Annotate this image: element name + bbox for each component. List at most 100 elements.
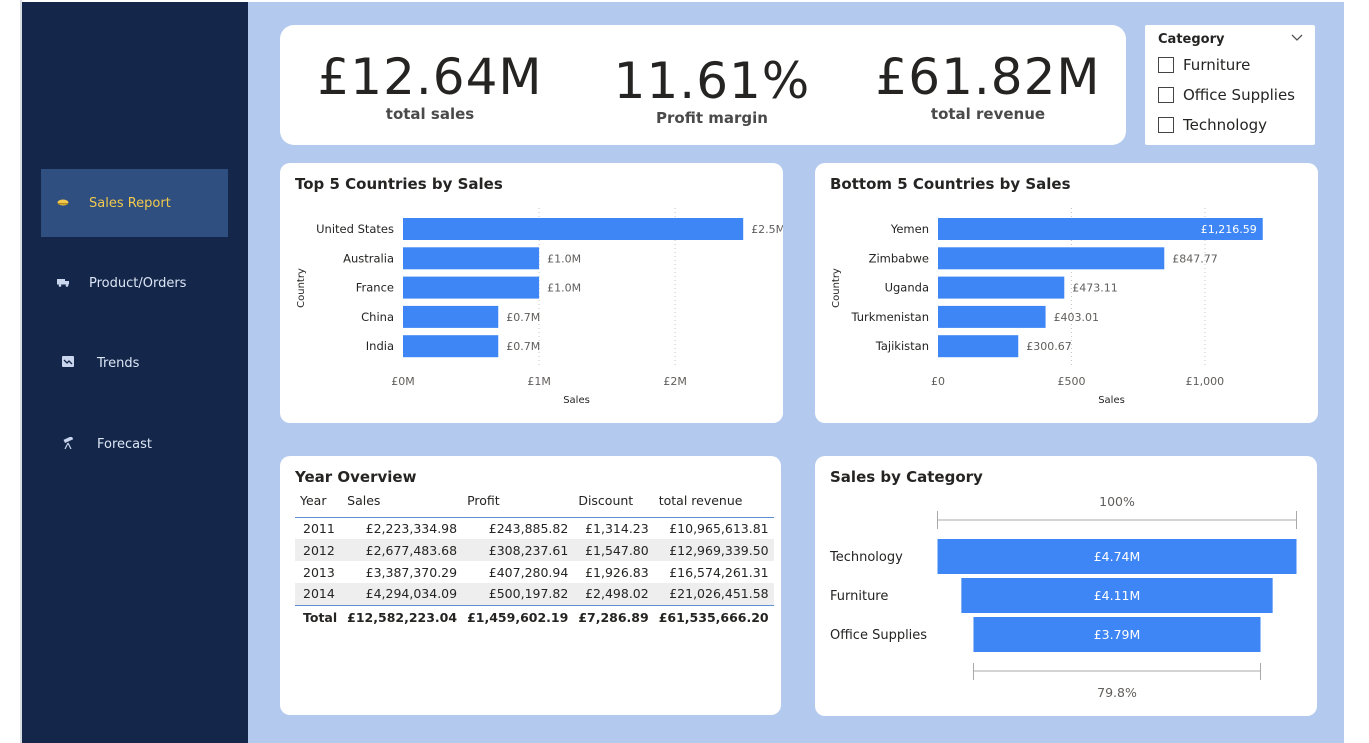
year-overview-card: Year Overview Year Sales Profit Discount… xyxy=(280,456,781,715)
slicer-option-label: Furniture xyxy=(1183,56,1251,74)
bottom5-chart-card: Bottom 5 Countries by Sales £0 £500 £1,000… xyxy=(815,163,1318,423)
table-cell: £1,926.83 xyxy=(585,564,649,580)
table-cell: £3,387,370.29 xyxy=(365,564,458,580)
nav-item-forecast[interactable]: Forecast xyxy=(41,410,228,478)
funnel-category-label: Furniture xyxy=(830,589,888,604)
nav-label: Trends xyxy=(97,355,140,371)
kpi-profit-margin: 11.61% Profit margin xyxy=(582,51,842,127)
column-header[interactable]: Year xyxy=(295,489,342,517)
checkbox[interactable] xyxy=(1158,117,1174,133)
nav-label: Sales Report xyxy=(89,195,171,211)
top5-chart-card: Top 5 Countries by Sales £0M £1M £2M Sales C… xyxy=(280,163,783,423)
kpi-total-revenue: £61.82M total revenue xyxy=(858,47,1118,123)
table-cell: Total xyxy=(303,609,338,625)
bar xyxy=(403,305,499,328)
table-cell: £407,280.94 xyxy=(488,564,569,580)
table-row: 2014 £4,294,034.09 £500,197.82 £2,498.02… xyxy=(295,583,774,606)
data-label: £300.67 xyxy=(1026,340,1072,353)
table-title: Year Overview xyxy=(295,468,417,486)
top5-bar-chart: £0M £1M £2M Sales Country United States £2.5M A… xyxy=(296,208,783,406)
nav-item-trends[interactable]: Trends xyxy=(41,329,228,397)
hand-coin-icon xyxy=(56,197,70,210)
table-cell: 2011 xyxy=(295,516,343,539)
kpi-value: £12.64M xyxy=(317,48,543,106)
kpi-total-sales: £12.64M total sales xyxy=(300,47,560,123)
column-header[interactable]: Sales xyxy=(342,489,462,517)
y-tick-label: China xyxy=(361,310,394,324)
nav-item-product-orders[interactable]: Product/Orders xyxy=(41,249,228,317)
x-tick-label: £1,000 xyxy=(1186,375,1225,388)
y-tick-label: Turkmenistan xyxy=(850,310,929,324)
nav-item-sales-report[interactable]: Sales Report xyxy=(41,169,228,237)
nav-label: Product/Orders xyxy=(89,275,187,291)
table-cell: £2,677,483.68 xyxy=(365,542,458,558)
data-label: £3.79M xyxy=(1094,627,1141,642)
category-funnel-card: Sales by Category 100% Technology £4.74M Fu… xyxy=(815,456,1317,716)
slicer-title: Category xyxy=(1158,32,1225,47)
table-row: 2011 £2,223,334.98 £243,885.82 £1,314.23… xyxy=(295,516,774,539)
data-label: £4.74M xyxy=(1094,549,1141,564)
table-row: 2013 £3,387,370.29 £407,280.94 £1,926.83… xyxy=(295,561,774,583)
data-label: £1.0M xyxy=(547,282,581,295)
x-tick-label: £0 xyxy=(931,375,945,388)
bar xyxy=(403,247,540,270)
table-cell: £1,314.23 xyxy=(573,516,654,539)
data-label: £0.7M xyxy=(506,340,540,353)
x-tick-label: £0M xyxy=(391,375,415,388)
bar xyxy=(403,276,540,299)
y-tick-label: India xyxy=(366,339,394,353)
table-cell: 2014 xyxy=(295,583,343,606)
table-cell: £2,223,334.98 xyxy=(342,516,463,539)
data-label: £1.0M xyxy=(547,252,581,265)
kpi-label: Profit margin xyxy=(656,109,768,127)
table-cell: 2012 xyxy=(303,542,335,558)
kpi-card: £12.64M total sales 11.61% Profit margin… xyxy=(280,25,1126,145)
slicer-option-technology[interactable]: Technology xyxy=(1158,115,1267,135)
slicer-option-office-supplies[interactable]: Office Supplies xyxy=(1158,85,1295,105)
y-tick-label: Tajikistan xyxy=(875,339,929,353)
funnel-category-label: Office Supplies xyxy=(830,628,927,643)
y-tick-label: Yemen xyxy=(890,222,929,236)
data-label: £847.77 xyxy=(1172,252,1218,265)
table-cell: £500,197.82 xyxy=(462,583,574,606)
funnel-bottom-percent: 79.8% xyxy=(1097,685,1137,700)
kpi-label: total sales xyxy=(385,105,475,123)
y-axis-title: Country xyxy=(296,268,307,308)
y-tick-label: Australia xyxy=(343,251,394,265)
table-cell: £61,535,666.20 xyxy=(658,609,769,625)
table-cell: £1,547.80 xyxy=(585,542,649,558)
x-tick-label: £500 xyxy=(1057,375,1085,388)
table-cell: £12,582,223.04 xyxy=(347,609,458,625)
table-cell: £7,286.89 xyxy=(578,609,649,625)
checkbox[interactable] xyxy=(1158,57,1174,73)
chevron-down-icon[interactable] xyxy=(1291,31,1303,45)
kpi-label: total revenue xyxy=(930,105,1046,123)
bar xyxy=(938,335,1019,358)
data-label: £403.01 xyxy=(1054,311,1100,324)
y-tick-label: Zimbabwe xyxy=(869,251,929,265)
chart-icon xyxy=(61,356,75,370)
slicer-option-label: Office Supplies xyxy=(1183,86,1296,104)
x-tick-label: £2M xyxy=(663,375,687,388)
bar xyxy=(403,335,499,358)
table-cell: £243,885.82 xyxy=(462,516,574,539)
bar xyxy=(938,247,1165,270)
table-cell: 2013 xyxy=(303,564,335,580)
data-label: £2.5M xyxy=(751,223,783,236)
slicer-option-furniture[interactable]: Furniture xyxy=(1158,55,1250,75)
column-header[interactable]: Profit xyxy=(462,489,573,517)
table-cell: £12,969,339.50 xyxy=(669,542,769,558)
table-row: 2012 £2,677,483.68 £308,237.61 £1,547.80… xyxy=(295,539,774,561)
kpi-value: 11.61% xyxy=(613,52,811,110)
bottom5-bar-chart: £0 £500 £1,000 Sales Country Yemen £1,216.59 Zi… xyxy=(831,208,1263,406)
funnel-top-percent: 100% xyxy=(1099,494,1135,509)
x-axis-title: Sales xyxy=(563,395,590,406)
table-header-row: Year Sales Profit Discount total revenue xyxy=(295,489,774,517)
checkbox[interactable] xyxy=(1158,87,1174,103)
table-cell: £2,498.02 xyxy=(573,583,654,606)
column-header[interactable]: total revenue xyxy=(654,489,774,517)
column-header[interactable]: Discount xyxy=(573,489,653,517)
table-cell: £10,965,613.81 xyxy=(653,516,774,539)
category-slicer: Category Furniture Office Supplies Techn… xyxy=(1145,25,1315,145)
table-cell: £16,574,261.31 xyxy=(669,564,769,580)
